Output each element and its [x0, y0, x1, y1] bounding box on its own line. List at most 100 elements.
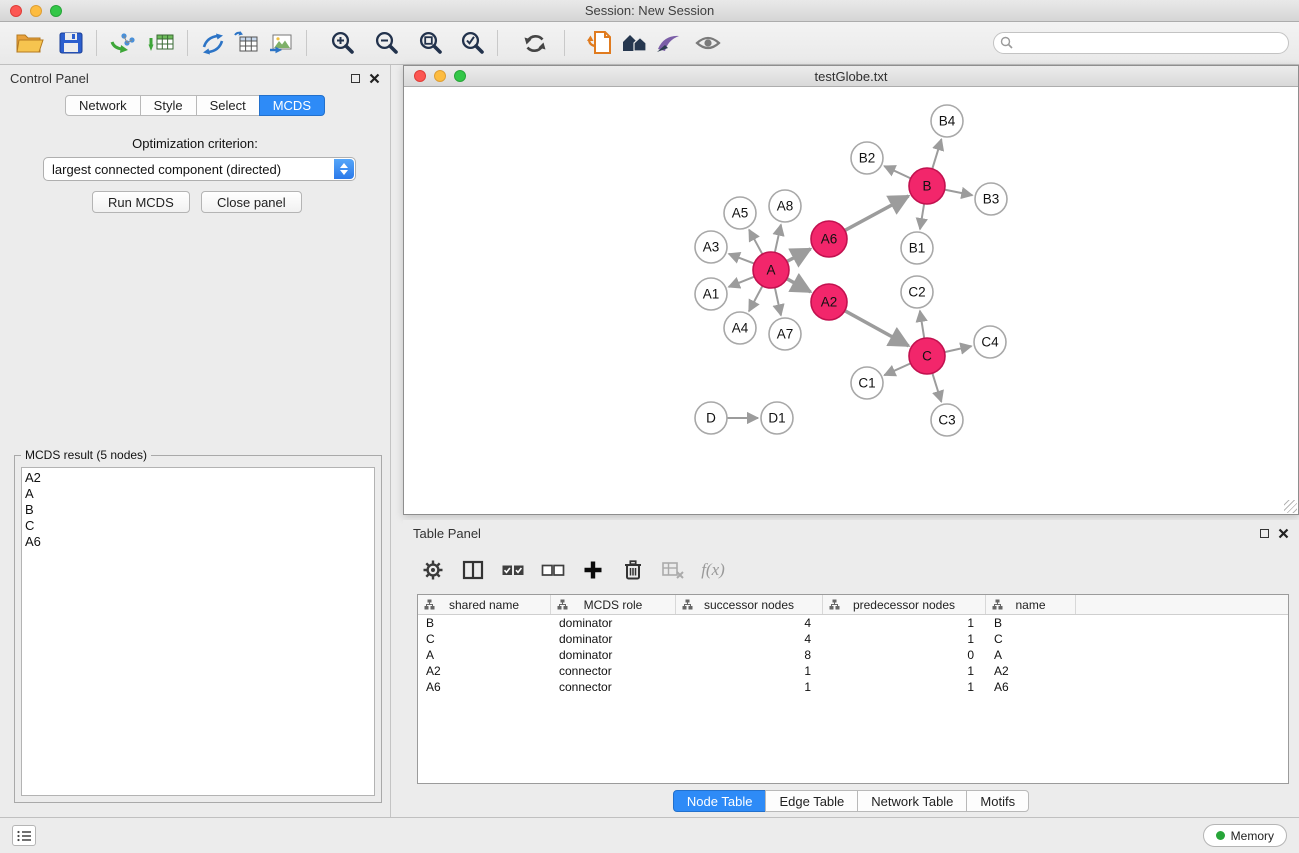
float-table-panel-icon[interactable]	[1260, 529, 1269, 538]
close-network-window-icon[interactable]	[414, 70, 426, 82]
cell-shared-name[interactable]: C	[418, 631, 551, 647]
close-table-panel-icon[interactable]	[1278, 528, 1289, 539]
cell-predecessor-nodes[interactable]: 1	[823, 615, 986, 631]
cell-name[interactable]: A2	[986, 663, 1076, 679]
function-icon[interactable]: f(x)	[697, 554, 729, 586]
node-B3[interactable]: B3	[975, 183, 1007, 215]
edge-C-C3[interactable]	[932, 373, 941, 402]
table-row[interactable]: Adominator80A	[418, 647, 1288, 663]
eye-icon[interactable]	[691, 27, 725, 59]
node-C1[interactable]: C1	[851, 367, 883, 399]
node-C[interactable]: C	[909, 338, 945, 374]
edge-B-B4[interactable]	[932, 139, 941, 169]
cell-mcds-role[interactable]: connector	[551, 679, 676, 695]
table-tab-edge-table[interactable]: Edge Table	[765, 790, 858, 812]
cell-mcds-role[interactable]: dominator	[551, 647, 676, 663]
close-panel-button[interactable]: Close panel	[201, 191, 302, 213]
edge-A-A2[interactable]	[787, 279, 811, 292]
import-network-file-icon[interactable]	[105, 27, 139, 59]
zoom-selected-icon[interactable]	[455, 27, 489, 59]
criterion-dropdown[interactable]: largest connected component (directed)	[43, 157, 356, 181]
refresh-icon[interactable]	[518, 27, 552, 59]
zoom-in-icon[interactable]	[325, 27, 359, 59]
node-C3[interactable]: C3	[931, 404, 963, 436]
window-resize-grip[interactable]	[1284, 500, 1297, 513]
task-history-button[interactable]	[12, 825, 36, 846]
delete-column-icon[interactable]	[657, 554, 689, 586]
edge-B-B3[interactable]	[945, 190, 973, 196]
node-B1[interactable]: B1	[901, 232, 933, 264]
cell-successor-nodes[interactable]: 1	[676, 663, 823, 679]
home-icon[interactable]	[617, 27, 651, 59]
table-row[interactable]: Bdominator41B	[418, 615, 1288, 631]
cell-name[interactable]: A	[986, 647, 1076, 663]
edge-A-A3[interactable]	[729, 254, 754, 264]
columns-icon[interactable]	[457, 554, 489, 586]
column-header-mcds-role[interactable]: MCDS role	[551, 595, 676, 614]
cell-predecessor-nodes[interactable]: 0	[823, 647, 986, 663]
edge-B-B1[interactable]	[920, 204, 924, 229]
column-header-predecessor-nodes[interactable]: predecessor nodes	[823, 595, 986, 614]
node-B2[interactable]: B2	[851, 142, 883, 174]
open-folder-icon[interactable]	[12, 27, 46, 59]
add-icon[interactable]	[577, 554, 609, 586]
cell-shared-name[interactable]: B	[418, 615, 551, 631]
table-row[interactable]: A2connector11A2	[418, 663, 1288, 679]
node-A3[interactable]: A3	[695, 231, 727, 263]
edge-A2-C[interactable]	[845, 311, 909, 346]
settings-gear-icon[interactable]	[417, 554, 449, 586]
cell-name[interactable]: B	[986, 615, 1076, 631]
node-A1[interactable]: A1	[695, 278, 727, 310]
mcds-result-item[interactable]: A6	[25, 534, 374, 550]
edge-A6-B[interactable]	[845, 196, 909, 230]
cell-mcds-role[interactable]: dominator	[551, 615, 676, 631]
cell-successor-nodes[interactable]: 1	[676, 679, 823, 695]
deselect-all-icon[interactable]	[537, 554, 569, 586]
column-header-successor-nodes[interactable]: successor nodes	[676, 595, 823, 614]
node-D[interactable]: D	[695, 402, 727, 434]
network-canvas[interactable]: B4B2BB3A5A8A6A3AB1A1A2C2A4A7C4C1CDD1C3	[404, 87, 1298, 514]
edge-C-C2[interactable]	[920, 311, 924, 338]
node-A8[interactable]: A8	[769, 190, 801, 222]
edge-A-A6[interactable]	[787, 249, 811, 262]
node-B4[interactable]: B4	[931, 105, 963, 137]
column-header-name[interactable]: name	[986, 595, 1076, 614]
search-input[interactable]	[993, 32, 1289, 54]
cell-predecessor-nodes[interactable]: 1	[823, 663, 986, 679]
zoom-window-icon[interactable]	[50, 5, 62, 17]
table-tab-motifs[interactable]: Motifs	[966, 790, 1029, 812]
edge-A-A5[interactable]	[749, 230, 762, 254]
annotation-doc-icon[interactable]	[583, 27, 617, 59]
delete-icon[interactable]	[617, 554, 649, 586]
node-A[interactable]: A	[753, 252, 789, 288]
cell-successor-nodes[interactable]: 8	[676, 647, 823, 663]
mcds-result-list[interactable]: A2ABCA6	[21, 467, 375, 796]
minimize-network-window-icon[interactable]	[434, 70, 446, 82]
cell-mcds-role[interactable]: connector	[551, 663, 676, 679]
select-all-icon[interactable]	[497, 554, 529, 586]
node-B[interactable]: B	[909, 168, 945, 204]
node-A4[interactable]: A4	[724, 312, 756, 344]
table-tab-network-table[interactable]: Network Table	[857, 790, 967, 812]
mcds-result-item[interactable]: B	[25, 502, 374, 518]
window-titlebar[interactable]: Session: New Session	[0, 0, 1299, 22]
table-row[interactable]: A6connector11A6	[418, 679, 1288, 695]
cell-shared-name[interactable]: A	[418, 647, 551, 663]
node-A6[interactable]: A6	[811, 221, 847, 257]
tab-style[interactable]: Style	[140, 95, 197, 116]
node-A7[interactable]: A7	[769, 318, 801, 350]
cell-predecessor-nodes[interactable]: 1	[823, 679, 986, 695]
network-window-titlebar[interactable]: testGlobe.txt	[404, 66, 1298, 87]
node-D1[interactable]: D1	[761, 402, 793, 434]
save-icon[interactable]	[54, 27, 88, 59]
zoom-network-window-icon[interactable]	[454, 70, 466, 82]
cell-shared-name[interactable]: A6	[418, 679, 551, 695]
minimize-window-icon[interactable]	[30, 5, 42, 17]
run-mcds-button[interactable]: Run MCDS	[92, 191, 190, 213]
mcds-result-item[interactable]: A2	[25, 470, 374, 486]
style-brush-icon[interactable]	[651, 27, 685, 59]
tab-mcds[interactable]: MCDS	[259, 95, 325, 116]
network-arrows-icon[interactable]	[196, 27, 230, 59]
mcds-result-item[interactable]: A	[25, 486, 374, 502]
zoom-out-icon[interactable]	[369, 27, 403, 59]
